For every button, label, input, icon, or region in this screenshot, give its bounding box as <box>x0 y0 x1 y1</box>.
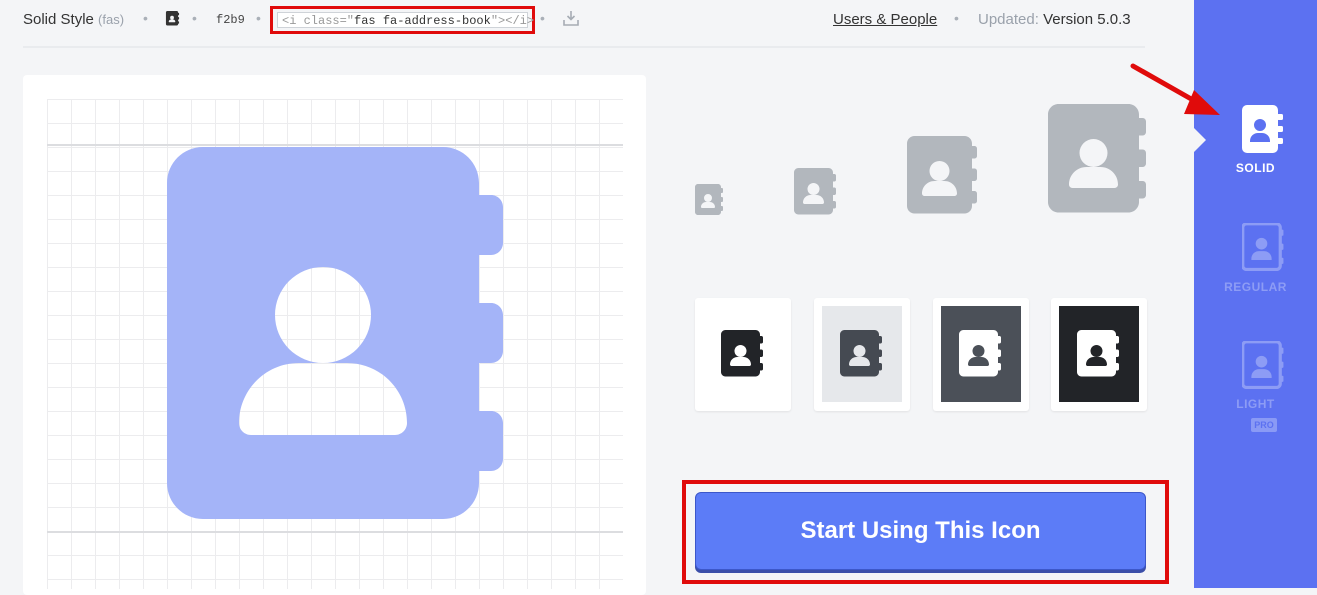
style-label-light: LIGHT <box>1236 397 1275 411</box>
address-book-icon <box>959 330 1001 378</box>
category-link[interactable]: Users & People <box>833 11 937 28</box>
annotation-arrow <box>1130 63 1220 115</box>
address-book-icon-small <box>695 184 723 216</box>
download-icon[interactable] <box>562 9 580 27</box>
tile-dark-gray <box>933 298 1029 411</box>
style-label-solid: SOLID <box>1235 161 1276 175</box>
icon-meta-bar: Solid Style (fas) • • f2b9 • <i class="f… <box>0 0 1170 40</box>
address-book-icon <box>1077 330 1119 378</box>
address-book-light-icon <box>1242 341 1284 389</box>
divider <box>23 46 1145 48</box>
start-using-icon-button[interactable]: Start Using This Icon <box>695 492 1146 570</box>
address-book-icon-large <box>907 136 977 216</box>
separator-dot: • <box>192 10 197 26</box>
guide-line-bottom <box>47 531 623 533</box>
updated-label: Updated: <box>978 11 1039 28</box>
html-snippet[interactable]: <i class="fas fa-address-book"></i> <box>277 12 534 28</box>
style-label-regular: REGULAR <box>1224 280 1287 294</box>
separator-dot: • <box>954 10 959 26</box>
address-book-icon-medium <box>794 168 836 216</box>
code-class: fas fa-address-book <box>354 14 491 28</box>
style-option-light[interactable]: LIGHT PRO <box>1194 340 1317 440</box>
address-book-icon <box>840 330 882 378</box>
tile-white <box>695 298 791 411</box>
pro-badge: PRO <box>1251 418 1277 432</box>
tile-black <box>1051 298 1147 411</box>
version-value: Version 5.0.3 <box>1043 11 1131 28</box>
guide-line-top <box>47 144 623 146</box>
address-book-solid-icon <box>1242 105 1283 153</box>
separator-dot: • <box>540 10 545 26</box>
address-book-regular-icon <box>1242 223 1284 271</box>
code-close: "></i> <box>490 14 535 28</box>
style-label: Solid Style (fas) <box>23 11 124 28</box>
unicode-value[interactable]: f2b9 <box>216 13 245 27</box>
separator-dot: • <box>256 10 261 26</box>
separator-dot: • <box>143 10 148 26</box>
address-book-icon[interactable] <box>165 11 180 26</box>
style-prefix: (fas) <box>98 12 125 27</box>
html-snippet-highlight: <i class="fas fa-address-book"></i> <box>270 6 535 34</box>
code-open: <i class=" <box>282 14 355 28</box>
style-option-regular[interactable]: REGULAR <box>1194 220 1317 300</box>
address-book-icon <box>167 147 503 531</box>
updated-info: Updated: Version 5.0.3 <box>978 11 1131 28</box>
icon-grid-preview <box>23 75 646 595</box>
tile-light-gray <box>814 298 910 411</box>
style-name: Solid Style <box>23 11 94 28</box>
address-book-icon <box>721 330 763 378</box>
